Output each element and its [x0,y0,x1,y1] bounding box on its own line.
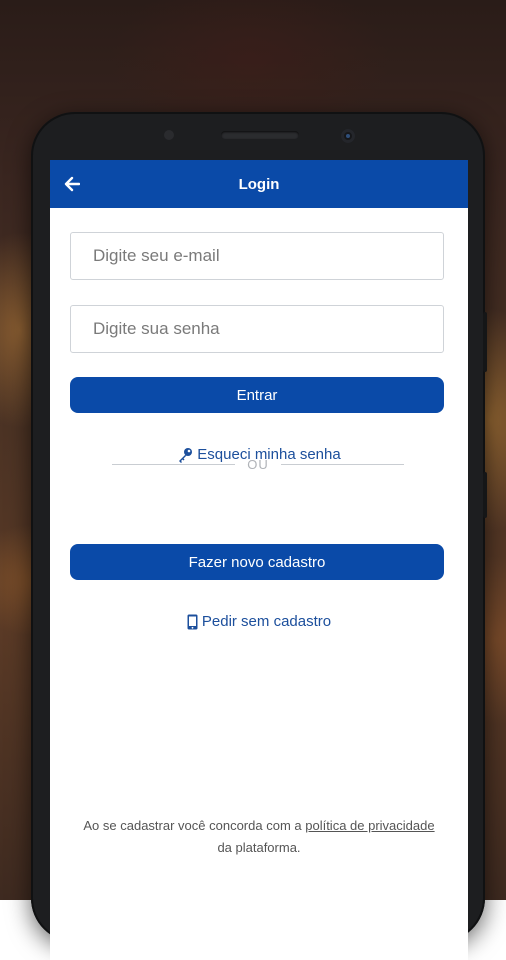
divider-line-right [280,464,404,465]
app-header: Login [50,160,468,208]
register-button[interactable]: Fazer novo cadastro [70,544,444,580]
order-without-account-label: Pedir sem cadastro [201,613,332,630]
terms-prefix: Ao se cadastrar você concorda com a [83,818,306,833]
volume-button [483,312,487,372]
earpiece-speaker [221,131,299,139]
phone-icon [187,614,198,630]
arrow-left-icon [64,176,80,192]
privacy-terms-text: Ao se cadastrar você concorda com a polí… [80,815,438,859]
order-without-account-link[interactable]: Pedir sem cadastro [50,613,468,630]
divider-text: OU [247,457,269,472]
phone-frame: Login Entrar Esqueci minha senha OU Faze… [31,112,487,960]
back-button[interactable] [60,172,84,196]
divider-line-left [112,464,236,465]
register-button-label: Fazer novo cadastro [188,553,326,571]
terms-suffix: da plataforma. [217,840,301,855]
sensor-dot [164,130,174,140]
page-title: Login [238,175,280,193]
front-camera [341,129,355,143]
privacy-policy-link[interactable]: política de privacidade [305,818,434,833]
login-button-label: Entrar [236,386,278,404]
login-button[interactable]: Entrar [70,377,444,413]
or-divider: OU [112,457,404,472]
email-field[interactable] [70,232,444,280]
password-field[interactable] [70,305,444,353]
power-button [483,472,487,518]
app-screen: Login Entrar Esqueci minha senha OU Faze… [50,160,468,960]
